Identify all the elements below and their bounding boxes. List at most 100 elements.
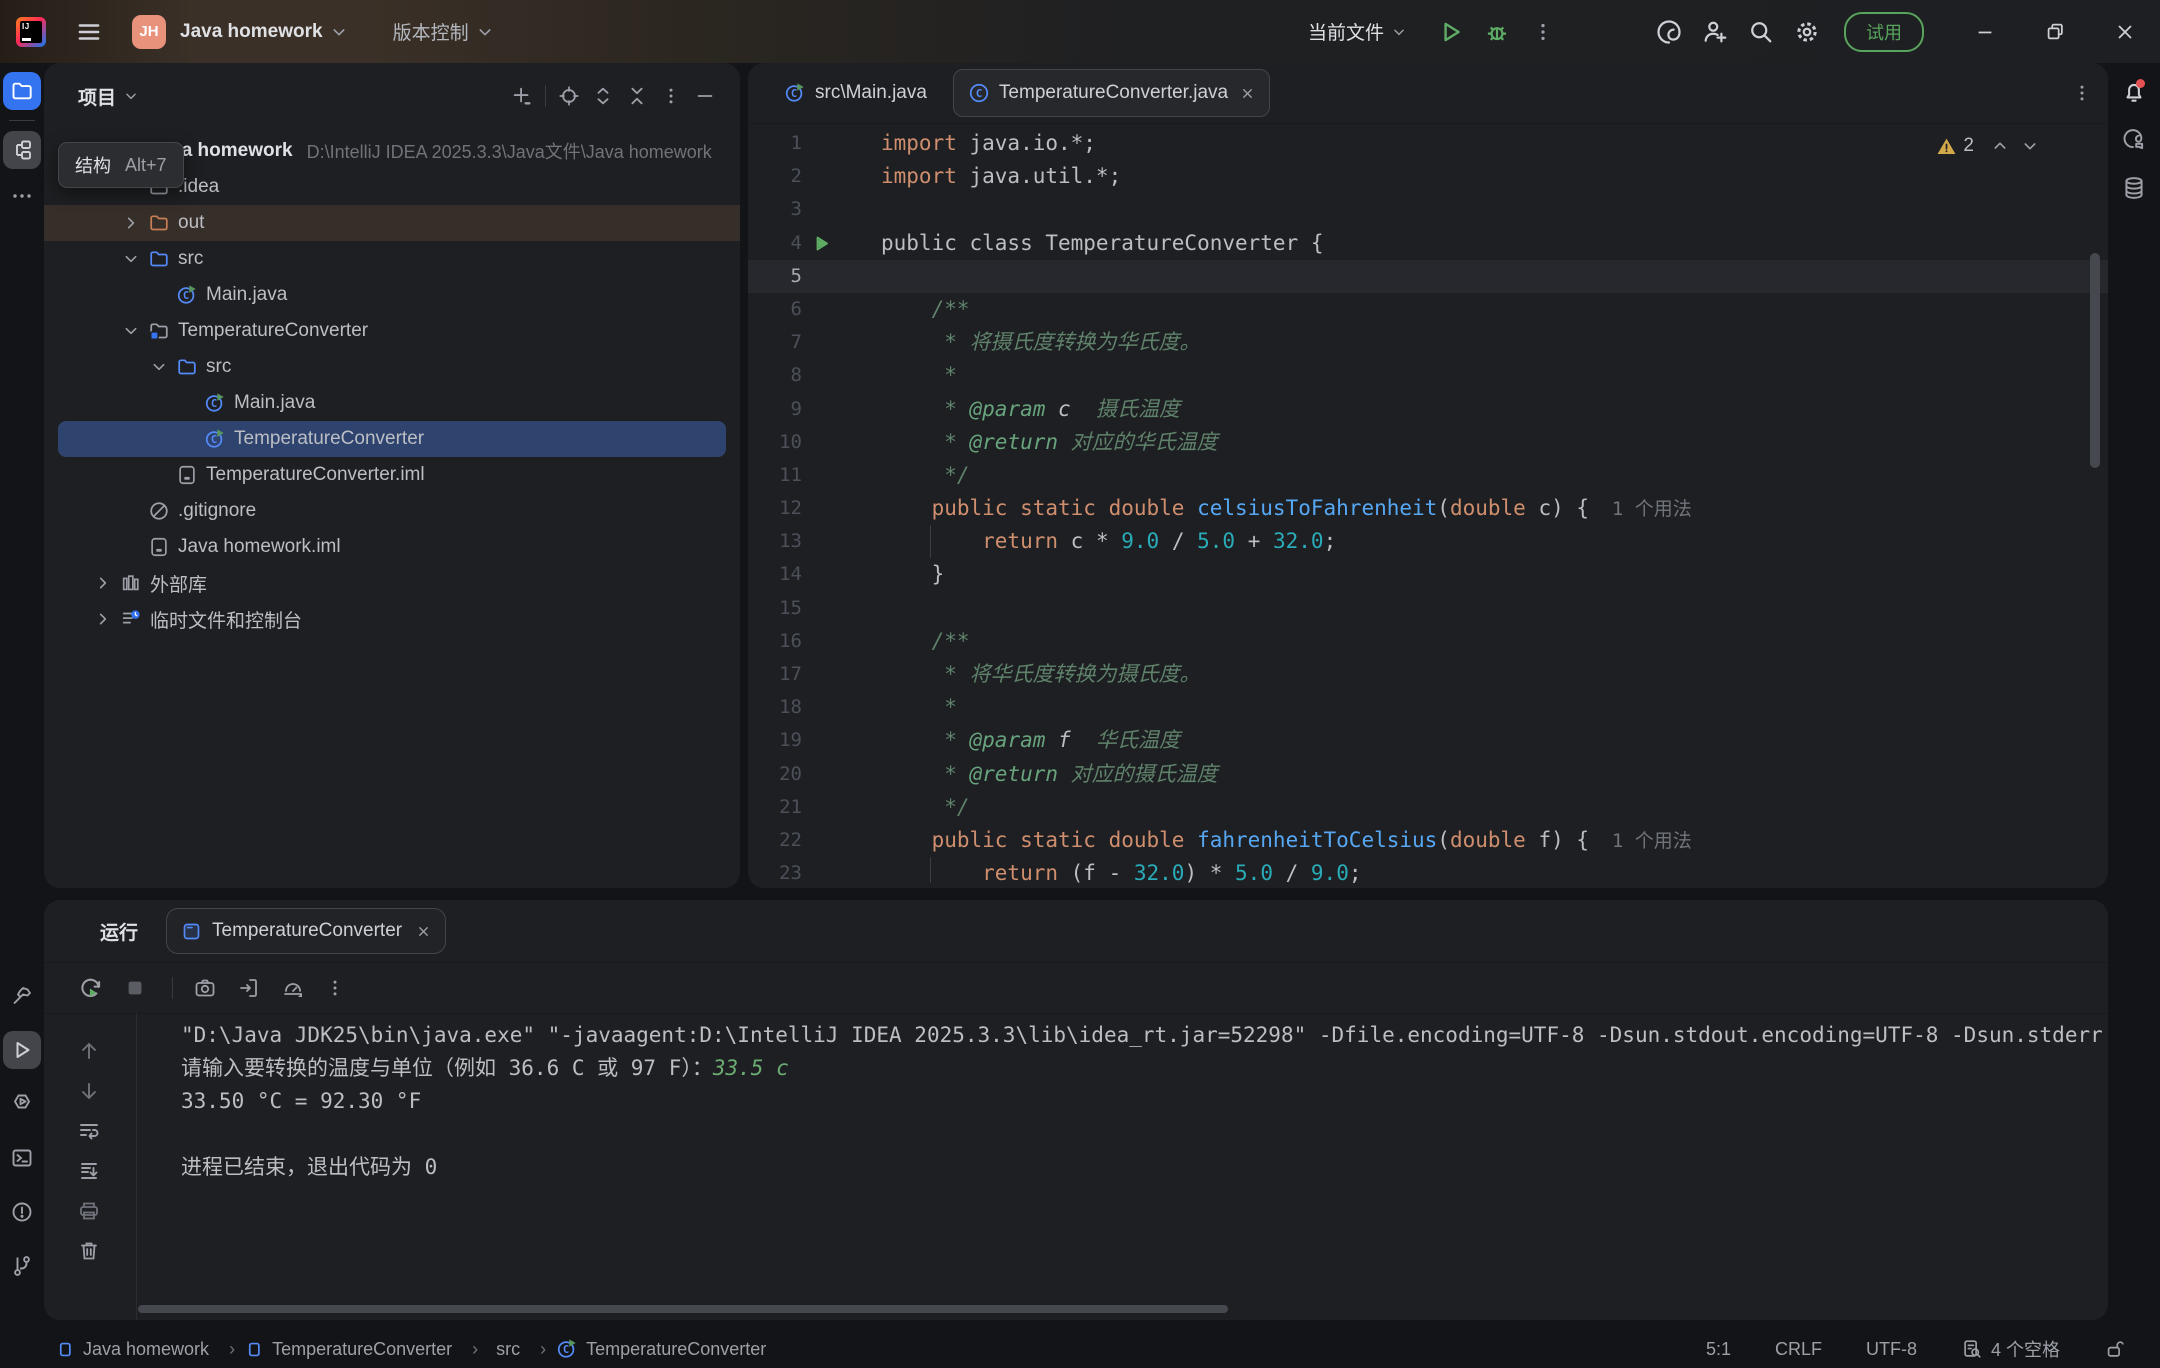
- project-name[interactable]: Java homework: [180, 21, 323, 43]
- run-tool-button[interactable]: [3, 1031, 41, 1069]
- tab-temperatureconverter-java[interactable]: C TemperatureConverter.java: [953, 69, 1270, 117]
- line-ending[interactable]: CRLF: [1775, 1339, 1822, 1360]
- code-line-6[interactable]: 6 /**: [748, 293, 2108, 326]
- code-line-9[interactable]: 9 * @param c 摄氏温度: [748, 393, 2108, 426]
- notifications-button[interactable]: [2115, 73, 2153, 111]
- code-line-7[interactable]: 7 * 将摄氏度转换为华氏度。: [748, 326, 2108, 359]
- screenshot-button[interactable]: [193, 976, 217, 1000]
- collapse-all-button[interactable]: [620, 79, 654, 113]
- chevron-right-icon[interactable]: [90, 611, 116, 627]
- code-line-22[interactable]: 22 public static double fahrenheitToCels…: [748, 824, 2108, 857]
- code-line-11[interactable]: 11 */: [748, 459, 2108, 492]
- tree-row-main.java[interactable]: CMain.java: [44, 277, 740, 313]
- tab-main-java[interactable]: C src\Main.java: [774, 63, 937, 123]
- project-tool-button[interactable]: [3, 72, 41, 110]
- minimize-button[interactable]: [1950, 0, 2020, 63]
- expand-all-button[interactable]: [586, 79, 620, 113]
- chevron-down-icon[interactable]: [118, 251, 144, 267]
- code-line-10[interactable]: 10 * @return 对应的华氏温度: [748, 426, 2108, 459]
- database-button[interactable]: [2115, 169, 2153, 207]
- dump-threads-button[interactable]: [237, 976, 261, 1000]
- tree-row-temperatureconverter[interactable]: TemperatureConverter: [44, 313, 740, 349]
- problems-tool-button[interactable]: [3, 1193, 41, 1231]
- stop-button[interactable]: [124, 977, 146, 999]
- code-line-20[interactable]: 20 * @return 对应的摄氏温度: [748, 758, 2108, 791]
- tree-row-main.java[interactable]: CMain.java: [44, 385, 740, 421]
- clear-console-icon[interactable]: [77, 1239, 101, 1263]
- breadcrumb-item-java-homework[interactable]: Java homework: [56, 1339, 209, 1360]
- code-line-5[interactable]: 5: [748, 260, 2108, 293]
- build-tool-button[interactable]: [3, 977, 41, 1015]
- chevron-down-icon[interactable]: [118, 323, 144, 339]
- caret-position[interactable]: 5:1: [1706, 1339, 1731, 1360]
- vcs-widget[interactable]: 版本控制: [393, 18, 469, 45]
- tree-row-temperatureconverter[interactable]: CTemperatureConverter: [44, 421, 740, 457]
- run-button[interactable]: [1428, 0, 1474, 63]
- tree-row--[interactable]: 临时文件和控制台: [44, 601, 740, 637]
- code-line-15[interactable]: 15: [748, 592, 2108, 625]
- code-line-16[interactable]: 16 /**: [748, 625, 2108, 658]
- add-user-button[interactable]: [1692, 0, 1738, 63]
- close-run-tab-icon[interactable]: [416, 924, 431, 939]
- main-menu-icon[interactable]: [76, 19, 102, 45]
- version-control-tool-button[interactable]: [3, 1247, 41, 1285]
- chevron-right-icon[interactable]: [118, 215, 144, 231]
- run-tab-temperatureconverter[interactable]: TemperatureConverter: [166, 908, 446, 954]
- ai-assistant-button[interactable]: [1646, 0, 1692, 63]
- project-panel-title[interactable]: 项目: [78, 83, 116, 110]
- locate-file-button[interactable]: [552, 79, 586, 113]
- code-line-13[interactable]: 13 return c * 9.0 / 5.0 + 32.0;: [748, 525, 2108, 558]
- tree-row-temperatureconverter.iml[interactable]: TemperatureConverter.iml: [44, 457, 740, 493]
- rerun-button[interactable]: [78, 975, 104, 1001]
- prev-warning-icon[interactable]: [1992, 138, 2008, 154]
- file-encoding[interactable]: UTF-8: [1866, 1339, 1917, 1360]
- scroll-to-end-icon[interactable]: [77, 1159, 101, 1183]
- breadcrumb-item-temperatureconverter[interactable]: CTemperatureConverter: [556, 1338, 766, 1360]
- run-configuration-selector[interactable]: 当前文件: [1308, 18, 1406, 45]
- project-avatar[interactable]: JH: [132, 15, 166, 49]
- add-button[interactable]: [505, 79, 539, 113]
- inspection-widget[interactable]: 2: [1922, 135, 2038, 157]
- code-line-18[interactable]: 18 *: [748, 691, 2108, 724]
- code-line-1[interactable]: 1import java.io.*;: [748, 127, 2108, 160]
- breadcrumb-item-src[interactable]: src: [488, 1339, 520, 1360]
- close-tab-icon[interactable]: [1240, 86, 1255, 101]
- code-line-19[interactable]: 19 * @param f 华氏温度: [748, 724, 2108, 757]
- services-tool-button[interactable]: [3, 1085, 41, 1123]
- more-actions-button[interactable]: [1520, 0, 1566, 63]
- hide-panel-button[interactable]: [688, 79, 722, 113]
- indent-setting[interactable]: 4 个空格: [1961, 1336, 2060, 1362]
- lock-toggle[interactable]: [2104, 1338, 2134, 1360]
- next-warning-icon[interactable]: [2022, 138, 2038, 154]
- ai-chat-button[interactable]: [2115, 121, 2153, 159]
- code-line-4[interactable]: 4public class TemperatureConverter {: [748, 227, 2108, 260]
- print-icon[interactable]: [77, 1199, 101, 1223]
- chevron-right-icon[interactable]: [90, 575, 116, 591]
- settings-button[interactable]: [1784, 0, 1830, 63]
- terminal-tool-button[interactable]: [3, 1139, 41, 1177]
- down-stacktrace-icon[interactable]: [77, 1079, 101, 1103]
- more-tools-button[interactable]: [3, 177, 41, 215]
- editor-scrollbar[interactable]: [2090, 253, 2100, 468]
- code-line-12[interactable]: 12 public static double celsiusToFahrenh…: [748, 492, 2108, 525]
- tree-row-out[interactable]: out: [44, 205, 740, 241]
- up-stacktrace-icon[interactable]: [77, 1039, 101, 1063]
- code-editor[interactable]: 1import java.io.*;2import java.util.*;34…: [748, 124, 2108, 888]
- tree-row-src[interactable]: src: [44, 241, 740, 277]
- debug-button[interactable]: [1474, 0, 1520, 63]
- breadcrumb-item-temperatureconverter[interactable]: TemperatureConverter: [245, 1339, 452, 1360]
- code-line-14[interactable]: 14 }: [748, 558, 2108, 591]
- console-output[interactable]: "D:\Java JDK25\bin\java.exe" "-javaagent…: [136, 1013, 2102, 1320]
- code-line-17[interactable]: 17 * 将华氏度转换为摄氏度。: [748, 658, 2108, 691]
- chevron-down-icon[interactable]: [146, 359, 172, 375]
- tree-row--[interactable]: 外部库: [44, 565, 740, 601]
- tree-row-src[interactable]: src: [44, 349, 740, 385]
- trial-badge[interactable]: 试用: [1844, 12, 1924, 52]
- code-line-23[interactable]: 23 return (f - 32.0) * 5.0 / 9.0;: [748, 857, 2108, 888]
- search-button[interactable]: [1738, 0, 1784, 63]
- console-options-button[interactable]: [325, 978, 345, 998]
- console-horizontal-scrollbar[interactable]: [138, 1305, 1228, 1313]
- code-line-8[interactable]: 8 *: [748, 359, 2108, 392]
- code-line-21[interactable]: 21 */: [748, 791, 2108, 824]
- run-gutter-icon[interactable]: [812, 234, 831, 253]
